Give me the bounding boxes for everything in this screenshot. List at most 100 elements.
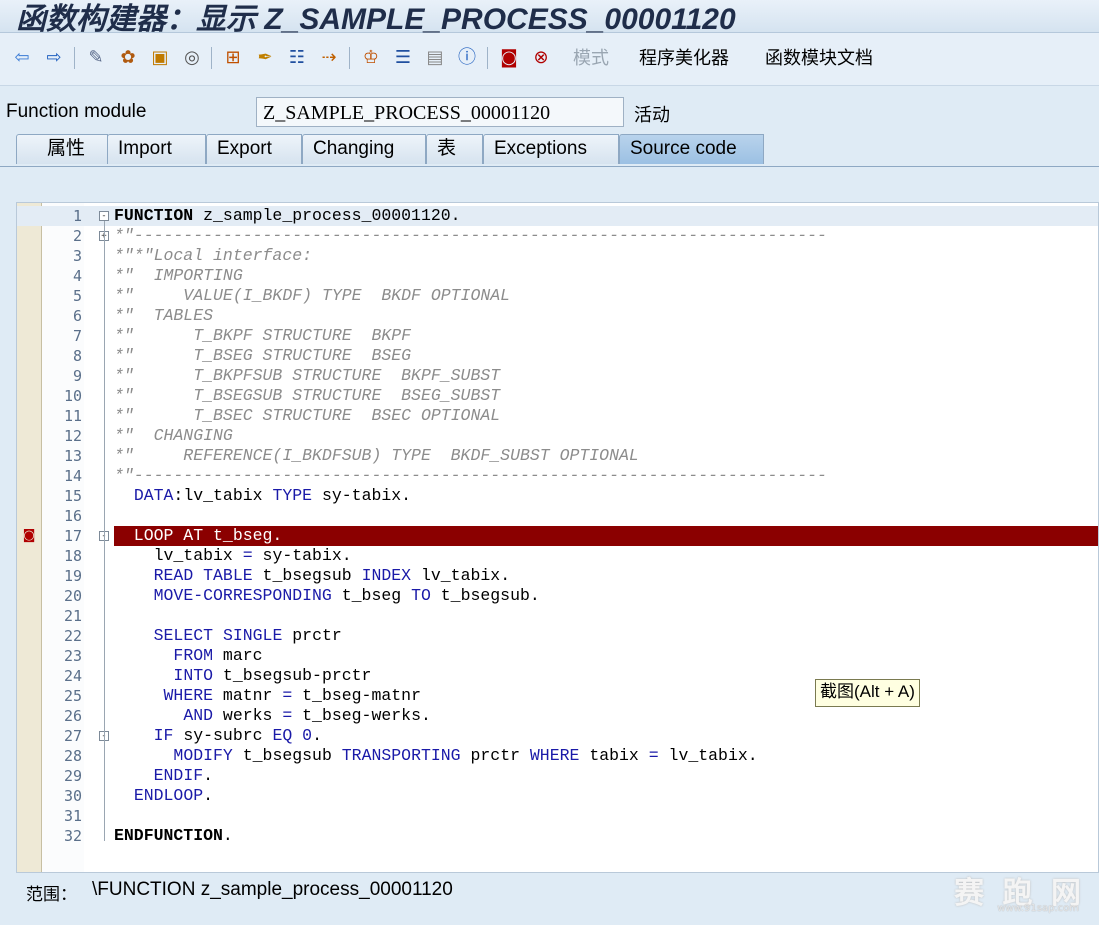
code-text: INTO t_bsegsub-prctr [173, 666, 372, 685]
code-line[interactable]: 14 *"------------------------------------… [17, 466, 1098, 486]
code-text: *" VALUE(I_BKDF) TYPE BKDF OPTIONAL [114, 286, 511, 305]
line-number: 8 [72, 347, 82, 365]
pretty-printer-button[interactable]: 程序美化器 [639, 47, 729, 71]
line-number: 10 [63, 387, 82, 405]
stack-icon[interactable]: ☷ [285, 46, 309, 70]
info-icon[interactable]: ⓘ [455, 46, 479, 70]
line-number: 27 [63, 727, 82, 745]
code-text: LOOP AT t_bseg. [114, 526, 1098, 546]
code-line[interactable]: 6 *" TABLES [17, 306, 1098, 326]
code-line[interactable]: 21 [17, 606, 1098, 626]
display-change-icon[interactable]: ✿ [116, 46, 140, 70]
watermark-url: www.91sap.com [997, 903, 1079, 914]
code-line[interactable]: 19 READ TABLE t_bsegsub INDEX lv_tabix. [17, 566, 1098, 586]
toolbar-separator [487, 47, 488, 69]
other-object-icon[interactable]: ✎ [84, 46, 108, 70]
navigate-icon[interactable]: ⇢ [317, 46, 341, 70]
function-module-field[interactable]: Z_SAMPLE_PROCESS_00001120 [256, 97, 624, 127]
breakpoint-marker-icon[interactable]: ◙ [20, 528, 38, 544]
source-code-editor[interactable]: 1 -FUNCTION z_sample_process_00001120.2+*… [16, 202, 1099, 873]
fold-guide [104, 221, 105, 841]
code-line[interactable]: 8 *" T_BSEG STRUCTURE BSEG [17, 346, 1098, 366]
line-number: 20 [63, 587, 82, 605]
code-line[interactable]: 18 lv_tabix = sy-tabix. [17, 546, 1098, 566]
code-text: ENDFUNCTION. [114, 826, 233, 845]
code-line[interactable]: 17-◙ LOOP AT t_bseg. [17, 526, 1098, 546]
line-number: 31 [63, 807, 82, 825]
code-line[interactable]: 9 *" T_BKPFSUB STRUCTURE BKPF_SUBST [17, 366, 1098, 386]
toolbar-separator [74, 47, 75, 69]
tab-attributes[interactable]: 属性 [16, 134, 108, 164]
line-number: 13 [63, 447, 82, 465]
tab-import[interactable]: Import [107, 134, 206, 164]
code-line[interactable]: 23 FROM marc [17, 646, 1098, 666]
code-line[interactable]: 16 [17, 506, 1098, 526]
code-text: WHERE matnr = t_bseg-matnr [163, 686, 421, 705]
external-breakpoint-icon[interactable]: ⊗ [529, 46, 553, 70]
code-line[interactable]: 31 [17, 806, 1098, 826]
hierarchy-icon[interactable]: ♔ [359, 46, 383, 70]
code-text: *" T_BKPFSUB STRUCTURE BKPF_SUBST [114, 366, 501, 385]
line-number: 12 [63, 427, 82, 445]
line-number: 14 [63, 467, 82, 485]
code-text: FROM marc [173, 646, 263, 665]
toolbar-separator [211, 47, 212, 69]
breakpoint-icon[interactable]: ◙ [497, 46, 521, 70]
code-text: *" T_BKPF STRUCTURE BKPF [114, 326, 412, 345]
line-number: 11 [63, 407, 82, 425]
code-line[interactable]: 7 *" T_BKPF STRUCTURE BKPF [17, 326, 1098, 346]
line-number: 28 [63, 747, 82, 765]
tab-export[interactable]: Export [206, 134, 302, 164]
code-text: FUNCTION z_sample_process_00001120. [114, 206, 461, 225]
code-line[interactable]: 5 *" VALUE(I_BKDF) TYPE BKDF OPTIONAL [17, 286, 1098, 306]
line-number: 1 [72, 207, 82, 225]
code-line[interactable]: 26 AND werks = t_bseg-werks. [17, 706, 1098, 726]
line-number: 9 [72, 367, 82, 385]
notes-icon[interactable]: ▤ [423, 46, 447, 70]
forward-arrow-icon[interactable]: ⇨ [42, 46, 66, 70]
code-line[interactable]: 1 - FUNCTION z_sample_process_00001120. [17, 206, 1098, 226]
code-line[interactable]: 12 *" CHANGING [17, 426, 1098, 446]
code-line[interactable]: 2+*"------------------------------------… [17, 226, 1098, 246]
display-object-list-icon[interactable]: ☰ [391, 46, 415, 70]
code-line[interactable]: 28 MODIFY t_bsegsub TRANSPORTING prctr W… [17, 746, 1098, 766]
code-text: DATA:lv_tabix TYPE sy-tabix. [133, 486, 412, 505]
line-number: 3 [72, 247, 82, 265]
back-arrow-icon[interactable]: ⇦ [10, 46, 34, 70]
mode-button[interactable]: 模式 [573, 47, 609, 71]
code-line[interactable]: 10 *" T_BSEGSUB STRUCTURE BSEG_SUBST [17, 386, 1098, 406]
code-line[interactable]: 25 WHERE matnr = t_bseg-matnr [17, 686, 1098, 706]
code-line[interactable]: 13 *" REFERENCE(I_BKDFSUB) TYPE BKDF_SUBS… [17, 446, 1098, 466]
code-line[interactable]: 30 ENDLOOP. [17, 786, 1098, 806]
code-line[interactable]: 15 DATA:lv_tabix TYPE sy-tabix. [17, 486, 1098, 506]
title-bar: 函数构建器：显示 Z_SAMPLE_PROCESS_00001120 [0, 0, 1099, 36]
code-line[interactable]: 22 SELECT SINGLE prctr [17, 626, 1098, 646]
code-line[interactable]: 3 *"*"Local interface: [17, 246, 1098, 266]
line-number: 24 [63, 667, 82, 685]
tab-exceptions[interactable]: Exceptions [483, 134, 619, 164]
code-line[interactable]: 27- IF sy-subrc EQ 0. [17, 726, 1098, 746]
code-text: READ TABLE t_bsegsub INDEX lv_tabix. [153, 566, 511, 585]
code-text: lv_tabix = sy-tabix. [114, 546, 352, 565]
test-icon[interactable]: ✒ [253, 46, 277, 70]
tab-source-code[interactable]: Source code [619, 134, 764, 164]
collapse-block-icon[interactable]: - [99, 211, 109, 221]
line-number: 17 [63, 527, 82, 545]
function-module-documentation-button[interactable]: 函数模块文档 [765, 47, 873, 71]
tab-tables[interactable]: 表 [426, 134, 483, 164]
function-module-label: Function module [6, 101, 147, 122]
code-text: ENDIF. [153, 766, 214, 785]
code-line[interactable]: 11 *" T_BSEC STRUCTURE BSEC OPTIONAL [17, 406, 1098, 426]
screenshot-tooltip: 截图(Alt + A) [815, 679, 920, 707]
activation-status: 活动 [634, 105, 670, 126]
where-used-icon[interactable]: ⊞ [221, 46, 245, 70]
code-line[interactable]: 24 INTO t_bsegsub-prctr [17, 666, 1098, 686]
code-line[interactable]: 29 ENDIF. [17, 766, 1098, 786]
tab-changing[interactable]: Changing [302, 134, 426, 164]
code-text: *" T_BSEC STRUCTURE BSEC OPTIONAL [114, 406, 501, 425]
activate-icon[interactable]: ▣ [148, 46, 172, 70]
code-line[interactable]: 4 *" IMPORTING [17, 266, 1098, 286]
code-line[interactable]: 20 MOVE-CORRESPONDING t_bseg TO t_bsegsu… [17, 586, 1098, 606]
code-line[interactable]: 32 ENDFUNCTION. [17, 826, 1098, 846]
check-icon[interactable]: ◎ [180, 46, 204, 70]
